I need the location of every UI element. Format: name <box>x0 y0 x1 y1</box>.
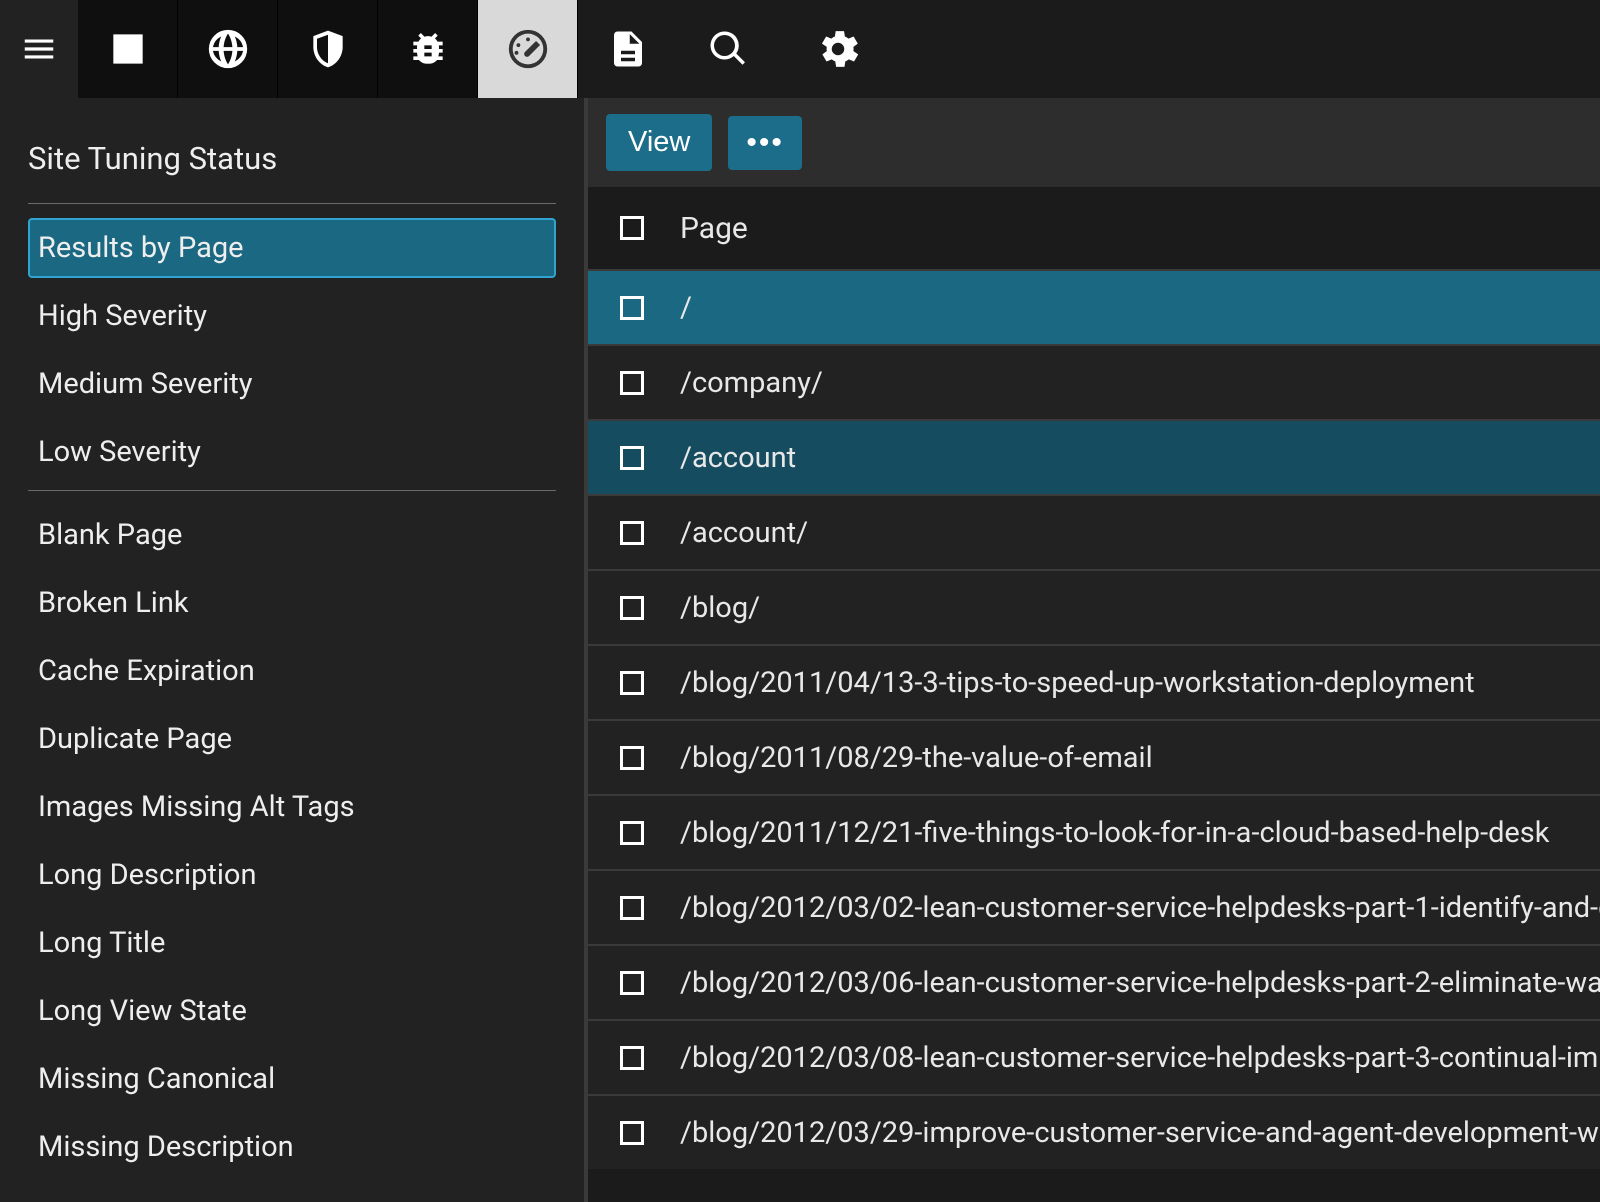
sidebar-item[interactable]: Blank Page <box>28 505 556 565</box>
row-checkbox[interactable] <box>620 896 644 920</box>
sidebar-item[interactable]: Long Description <box>28 845 556 905</box>
bar-chart-icon <box>106 27 150 71</box>
page-path: /blog/2012/03/29-improve-customer-servic… <box>680 1116 1600 1150</box>
table-row[interactable]: /account <box>588 419 1600 494</box>
sidebar-item[interactable]: Missing Canonical <box>28 1049 556 1109</box>
row-checkbox[interactable] <box>620 1121 644 1145</box>
gear-icon <box>813 24 863 74</box>
divider <box>28 490 556 491</box>
sidebar-item[interactable]: Results by Page <box>28 218 556 278</box>
page-path: /company/ <box>680 366 823 400</box>
table-row[interactable]: /blog/2012/03/08-lean-customer-service-h… <box>588 1019 1600 1094</box>
table-row[interactable]: /blog/2012/03/02-lean-customer-service-h… <box>588 869 1600 944</box>
sidebar-item[interactable]: Duplicate Page <box>28 709 556 769</box>
tab-search[interactable] <box>678 0 778 98</box>
tab-security[interactable] <box>278 0 378 98</box>
row-checkbox[interactable] <box>620 446 644 470</box>
table-row[interactable]: /blog/2011/08/29-the-value-of-email <box>588 719 1600 794</box>
document-icon <box>607 28 649 70</box>
page-path: /blog/ <box>680 591 760 625</box>
tab-globe[interactable] <box>178 0 278 98</box>
row-checkbox[interactable] <box>620 371 644 395</box>
sidebar: Site Tuning Status Results by Page High S… <box>0 98 588 1202</box>
results-table: Page / /company/ /account/account/ /blog/ /b… <box>588 187 1600 1202</box>
sidebar-item[interactable]: Low Severity <box>28 422 556 482</box>
tab-settings[interactable] <box>778 0 898 98</box>
page-path: /blog/2011/04/13-3-tips-to-speed-up-work… <box>680 666 1475 700</box>
view-button[interactable]: View <box>606 114 712 171</box>
tab-performance[interactable] <box>478 0 578 98</box>
sidebar-item[interactable]: Missing Page in Sitemap <box>28 1185 556 1202</box>
globe-icon <box>205 26 251 72</box>
tab-dashboard[interactable] <box>78 0 178 98</box>
bug-icon <box>406 27 450 71</box>
page-path: /account <box>680 441 796 475</box>
sidebar-item[interactable]: Cache Expiration <box>28 641 556 701</box>
row-checkbox[interactable] <box>620 596 644 620</box>
table-row[interactable]: /blog/2011/12/21-five-things-to-look-for… <box>588 794 1600 869</box>
page-path: /blog/2012/03/02-lean-customer-service-h… <box>680 891 1600 925</box>
table-header-row: Page <box>588 187 1600 269</box>
sidebar-item[interactable]: Images Missing Alt Tags <box>28 777 556 837</box>
sidebar-title: Site Tuning Status <box>28 140 556 177</box>
table-row[interactable]: /account/ <box>588 494 1600 569</box>
row-checkbox[interactable] <box>620 1046 644 1070</box>
table-row[interactable]: /blog/2011/04/13-3-tips-to-speed-up-work… <box>588 644 1600 719</box>
table-row[interactable]: /blog/2012/03/29-improve-customer-servic… <box>588 1094 1600 1169</box>
main-panel: View ••• Page / /company/ /account/account… <box>588 98 1600 1202</box>
table-row[interactable]: / <box>588 269 1600 344</box>
table-row[interactable]: /company/ <box>588 344 1600 419</box>
row-checkbox[interactable] <box>620 296 644 320</box>
page-path: /blog/2012/03/08-lean-customer-service-h… <box>680 1041 1600 1075</box>
table-row[interactable]: /blog/2012/03/06-lean-customer-service-h… <box>588 944 1600 1019</box>
row-checkbox[interactable] <box>620 671 644 695</box>
gauge-icon <box>505 26 551 72</box>
top-toolbar <box>0 0 1600 98</box>
page-path: /account/ <box>680 516 808 550</box>
row-checkbox[interactable] <box>620 521 644 545</box>
divider <box>28 203 556 204</box>
menu-icon <box>20 30 58 68</box>
sidebar-item[interactable]: Broken Link <box>28 573 556 633</box>
tab-bugs[interactable] <box>378 0 478 98</box>
sidebar-item[interactable]: Medium Severity <box>28 354 556 414</box>
menu-button[interactable] <box>0 0 78 98</box>
more-actions-button[interactable]: ••• <box>728 116 802 170</box>
tab-document[interactable] <box>578 0 678 98</box>
sidebar-item[interactable]: Long View State <box>28 981 556 1041</box>
row-checkbox[interactable] <box>620 821 644 845</box>
page-path: /blog/2011/08/29-the-value-of-email <box>680 741 1153 775</box>
shield-icon <box>306 27 350 71</box>
sidebar-item[interactable]: High Severity <box>28 286 556 346</box>
page-path: / <box>680 291 692 325</box>
page-path: /blog/2011/12/21-five-things-to-look-for… <box>680 816 1549 850</box>
sidebar-item[interactable]: Long Title <box>28 913 556 973</box>
sidebar-item[interactable]: Missing Description <box>28 1117 556 1177</box>
page-path: /blog/2012/03/06-lean-customer-service-h… <box>680 966 1600 1000</box>
action-bar: View ••• <box>588 98 1600 187</box>
select-all-checkbox[interactable] <box>620 216 644 240</box>
column-header-page[interactable]: Page <box>680 211 748 246</box>
search-icon <box>707 28 749 70</box>
table-row[interactable]: /blog/ <box>588 569 1600 644</box>
row-checkbox[interactable] <box>620 971 644 995</box>
row-checkbox[interactable] <box>620 746 644 770</box>
